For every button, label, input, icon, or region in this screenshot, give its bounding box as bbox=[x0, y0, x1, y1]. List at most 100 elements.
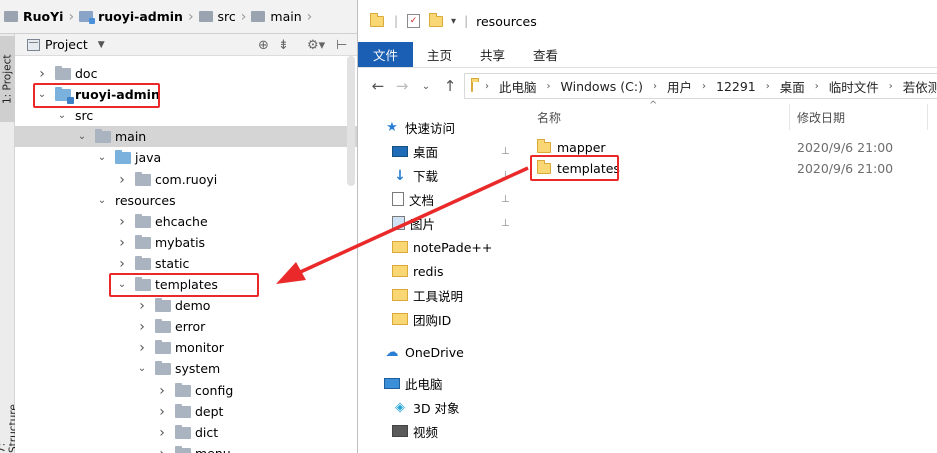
column-name[interactable]: 名称 bbox=[537, 109, 561, 126]
tree-row[interactable]: › static bbox=[15, 253, 357, 274]
nav-item[interactable]: ☁ OneDrive bbox=[358, 340, 523, 364]
tree-row[interactable]: › com.ruoyi bbox=[15, 169, 357, 190]
tree-row[interactable]: › config bbox=[15, 380, 357, 401]
up-arrow-icon[interactable]: ↑ bbox=[438, 77, 462, 95]
screenshot-root: RuoYi › ruoyi-admin › src › main › 1: Pr… bbox=[0, 0, 937, 453]
chevron-down-icon[interactable]: ⌄ bbox=[75, 131, 89, 142]
nav-item[interactable]: 团购ID bbox=[358, 307, 523, 331]
forward-arrow-icon[interactable]: → bbox=[390, 77, 414, 95]
gear-icon[interactable]: ⚙▾ bbox=[307, 34, 325, 56]
breadcrumb-item-ruoyi[interactable]: RuoYi bbox=[4, 0, 63, 34]
pin-icon[interactable]: ⊥ bbox=[501, 170, 510, 181]
nav-item[interactable]: ↓ 下载 ⊥ bbox=[358, 163, 523, 187]
back-arrow-icon[interactable]: ← bbox=[366, 77, 390, 95]
tree-row[interactable]: › mybatis bbox=[15, 232, 357, 253]
tree-row-label: resources bbox=[115, 193, 176, 208]
tree-row[interactable]: › monitor bbox=[15, 337, 357, 358]
nav-item[interactable]: 工具说明 bbox=[358, 283, 523, 307]
chevron-right-icon[interactable]: › bbox=[115, 214, 129, 230]
hide-panel-icon[interactable]: ⊢ bbox=[336, 34, 347, 56]
path-segment[interactable]: 临时文件 bbox=[829, 77, 879, 96]
nav-item[interactable]: 桌面 ⊥ bbox=[358, 139, 523, 163]
tree-row[interactable]: ⌄ src bbox=[15, 105, 357, 126]
tab-home[interactable]: 主页 bbox=[413, 42, 466, 67]
pin-icon[interactable]: ⊥ bbox=[501, 146, 510, 157]
chevron-down-icon[interactable]: ⌄ bbox=[35, 89, 49, 100]
tree-row[interactable]: › dept bbox=[15, 401, 357, 422]
nav-item-label: 工具说明 bbox=[413, 288, 464, 304]
path-segment[interactable]: Windows (C:) bbox=[561, 79, 643, 94]
pin-icon[interactable]: ⊥ bbox=[501, 218, 510, 229]
tree-row[interactable]: › demo bbox=[15, 295, 357, 316]
tree-row[interactable]: › error bbox=[15, 316, 357, 337]
chevron-down-icon[interactable]: ⌄ bbox=[95, 195, 109, 206]
column-divider[interactable] bbox=[789, 104, 790, 130]
tab-share[interactable]: 共享 bbox=[466, 42, 519, 67]
tree-row[interactable]: › dict bbox=[15, 422, 357, 443]
path-segment[interactable]: 用户 bbox=[667, 77, 692, 96]
nav-item[interactable]: ★ 快速访问 bbox=[358, 115, 523, 139]
nav-item[interactable]: 文档 ⊥ bbox=[358, 187, 523, 211]
locate-icon[interactable]: ⊕ bbox=[258, 34, 269, 56]
chevron-right-icon[interactable]: › bbox=[155, 425, 169, 441]
tree-row[interactable]: ⌄ ruoyi-admin bbox=[15, 84, 357, 105]
chevron-right-icon[interactable]: › bbox=[155, 404, 169, 420]
project-tree: › doc ⌄ ruoyi-admin ⌄ src ⌄ main ⌄ java › com.ruoyi… bbox=[15, 56, 357, 453]
file-row[interactable]: mapper 2020/9/6 21:00 bbox=[523, 137, 937, 158]
pin-icon[interactable]: ⊥ bbox=[501, 194, 510, 205]
chevron-right-icon[interactable]: › bbox=[135, 298, 149, 314]
chevron-right-icon[interactable]: › bbox=[115, 235, 129, 251]
file-name: mapper bbox=[557, 140, 606, 155]
project-view-selector[interactable]: Project bbox=[45, 37, 88, 52]
chevron-right-icon[interactable]: › bbox=[115, 256, 129, 272]
tree-row[interactable]: ⌄ resources bbox=[15, 190, 357, 211]
ribbon-tabs: 文件 主页 共享 查看 bbox=[358, 42, 937, 68]
tree-row[interactable]: › ehcache bbox=[15, 211, 357, 232]
breadcrumb-item-main[interactable]: main bbox=[251, 0, 302, 34]
address-path[interactable]: › 此电脑 › Windows (C:) › 用户 › 12291 › 桌面 ›… bbox=[464, 73, 937, 99]
chevron-right-icon[interactable]: › bbox=[115, 172, 129, 188]
collapse-all-icon[interactable]: ⇟ bbox=[278, 34, 289, 56]
chevron-right-icon[interactable]: › bbox=[135, 319, 149, 335]
tree-row[interactable]: ⌄ java bbox=[15, 147, 357, 168]
breadcrumb-item-src[interactable]: src bbox=[198, 0, 236, 34]
project-tool-tab[interactable]: 1: Project bbox=[0, 36, 15, 122]
path-segment[interactable]: 若依测试 bbox=[903, 77, 937, 96]
tree-scrollbar[interactable] bbox=[347, 56, 355, 186]
tree-row[interactable]: › doc bbox=[15, 63, 357, 84]
new-folder-icon[interactable] bbox=[429, 12, 444, 27]
tree-row[interactable]: ⌄ templates bbox=[15, 274, 357, 295]
tree-row[interactable]: ⌄ system bbox=[15, 358, 357, 379]
nav-item[interactable]: 视频 bbox=[358, 419, 523, 443]
folder-icon bbox=[370, 12, 384, 27]
properties-icon[interactable]: ✓ bbox=[407, 14, 421, 28]
chevron-right-icon[interactable]: › bbox=[155, 446, 169, 453]
nav-item[interactable]: ◈ 3D 对象 bbox=[358, 395, 523, 419]
chevron-right-icon[interactable]: › bbox=[135, 340, 149, 356]
tree-row[interactable]: ⌄ main bbox=[15, 126, 357, 147]
path-segment[interactable]: 桌面 bbox=[780, 77, 805, 96]
chevron-right-icon[interactable]: › bbox=[155, 383, 169, 399]
nav-item[interactable]: 此电脑 bbox=[358, 371, 523, 395]
quick-access-toolbar-dropdown-icon[interactable]: ▾ bbox=[451, 16, 456, 27]
chevron-down-icon[interactable]: ⌄ bbox=[95, 152, 109, 163]
breadcrumb-item-ruoyi-admin[interactable]: ruoyi-admin bbox=[79, 0, 183, 34]
tree-row[interactable]: › menu bbox=[15, 443, 357, 453]
column-date[interactable]: 修改日期 bbox=[797, 109, 845, 126]
chevron-down-icon[interactable]: ⌄ bbox=[115, 279, 129, 290]
tab-file[interactable]: 文件 bbox=[358, 42, 413, 67]
tab-view[interactable]: 查看 bbox=[519, 42, 572, 67]
path-segment[interactable]: 此电脑 bbox=[499, 77, 537, 96]
chevron-down-icon[interactable]: ⌄ bbox=[55, 110, 69, 121]
structure-tool-tab[interactable]: 7: Structure bbox=[0, 394, 20, 453]
column-divider[interactable] bbox=[927, 104, 928, 130]
recent-locations-chevron-icon[interactable]: ⌄ bbox=[414, 81, 438, 92]
chevron-right-icon[interactable]: › bbox=[35, 66, 49, 82]
nav-item[interactable]: 图片 ⊥ bbox=[358, 211, 523, 235]
chevron-down-icon[interactable]: ▼ bbox=[98, 40, 105, 50]
file-row[interactable]: templates 2020/9/6 21:00 bbox=[523, 158, 937, 179]
nav-item[interactable]: redis bbox=[358, 259, 523, 283]
nav-item[interactable]: notePade++ bbox=[358, 235, 523, 259]
chevron-down-icon[interactable]: ⌄ bbox=[135, 363, 149, 374]
path-segment[interactable]: 12291 bbox=[716, 79, 756, 94]
